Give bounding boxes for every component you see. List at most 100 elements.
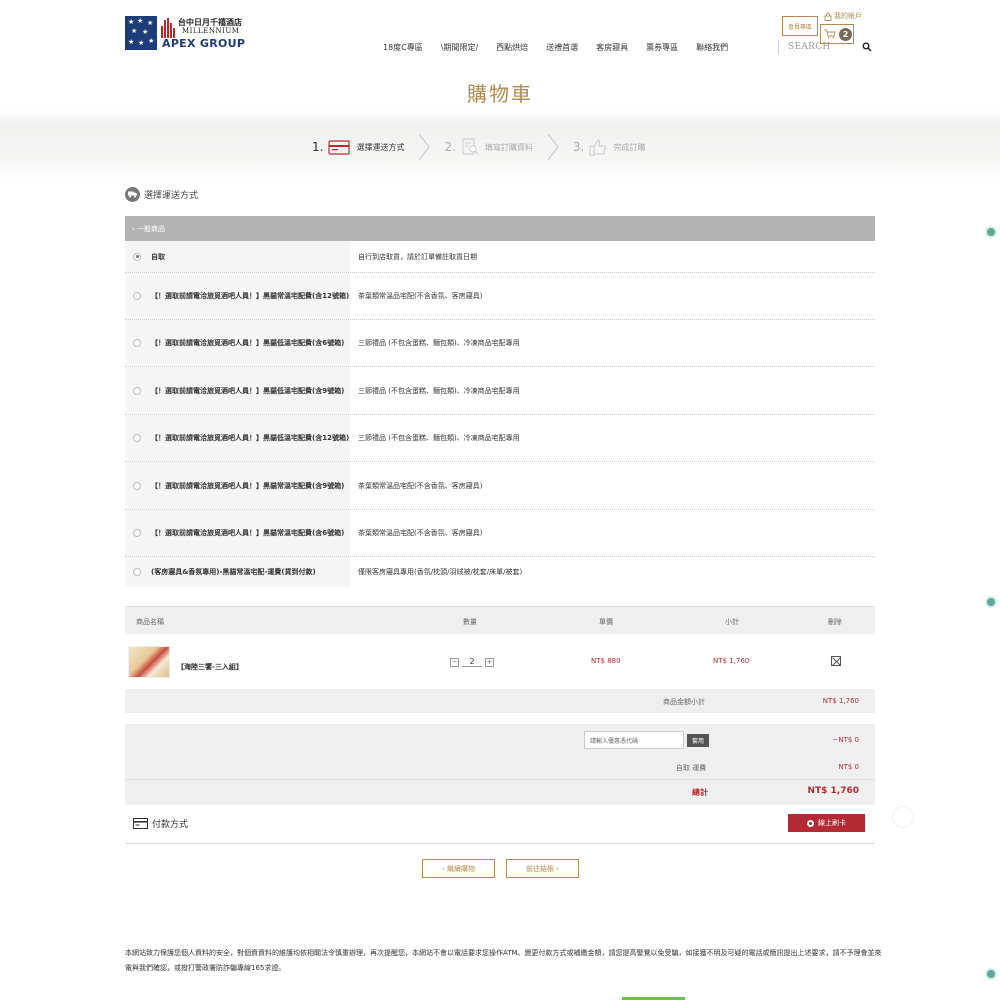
step-2-label: 填寫訂購資料 [484, 142, 533, 152]
nav-item-18c[interactable]: 18度C專區 [383, 42, 423, 54]
qty-input[interactable]: 2 [462, 657, 482, 667]
my-account-label: 我的帳戶 [834, 12, 862, 20]
delete-icon[interactable] [831, 656, 841, 666]
qty-increase-button[interactable]: + [485, 657, 494, 667]
shipping-option-desc: 僅限客房寢具專用(香氛/枕頭/羽絨被/枕套/床單/被套) [358, 568, 523, 576]
cart-button[interactable]: 2 [820, 24, 854, 44]
cart-count-badge: 2 [839, 27, 852, 41]
step-1-label: 選擇運送方式 [356, 142, 405, 152]
shipping-option-desc: 茶葉類常溫品宅配(不含香氛、客房寢具) [358, 481, 483, 490]
shipping-option-name: 【！選取前請電洽旅覓酒吧人員！】黑貓低溫宅配費(含9號箱) [151, 386, 345, 395]
shipping-option-name: 自取 [151, 252, 165, 261]
shipping-option-desc: 三節禮品 (不包含蛋糕、麵包類)、冷凍商品宅配專用 [358, 339, 520, 347]
lock-icon [824, 12, 832, 21]
my-account-link[interactable]: 我的帳戶 [824, 11, 862, 21]
online-card-payment-button[interactable]: 線上刷卡 [788, 814, 865, 832]
nav-item-limited[interactable]: \期間限定/ [441, 42, 478, 54]
nav-divider [778, 40, 779, 54]
nav-item-contact[interactable]: 聯絡我們 [696, 42, 728, 54]
radio-selected-icon [807, 819, 814, 827]
radio-button[interactable] [133, 568, 141, 576]
logo-apex-group: APEX GROUP [162, 37, 246, 50]
nav-item-bakery[interactable]: 西點烘焙 [496, 42, 528, 54]
main-nav: 18度C專區 \期間限定/ 西點烘焙 送禮首選 客房寢具 票券專區 聯絡我們 [383, 42, 746, 54]
chat-widget-icon[interactable] [985, 226, 997, 238]
shipping-option-name: 【！選取前請電洽旅覓酒吧人員！】黑貓低溫宅配費(含6號箱) [151, 339, 345, 347]
step-3-label: 完成訂購 [613, 142, 646, 152]
shipping-option-desc: 三節禮品 (不包含蛋糕、麵包類)、冷凍商品宅配專用 [358, 386, 520, 395]
search-icon[interactable] [862, 42, 872, 52]
shipping-option-desc: 茶葉類常溫品宅配(不含香氛、客房寢具) [358, 292, 483, 300]
nav-item-bedding[interactable]: 客房寢具 [596, 42, 628, 54]
product-subtotal-label: 商品金額小計 [663, 698, 705, 706]
shipping-option[interactable]: 【！選取前請電洽旅覓酒吧人員！】黑貓常溫宅配費(含9號箱) 茶葉類常溫品宅配(不… [125, 462, 875, 510]
credit-card-icon [133, 818, 148, 829]
shipping-options: 自取 自行到店取貨，請於訂單備註取貨日期 【！選取前請電洽旅覓酒吧人員！】黑貓常… [125, 241, 875, 587]
radio-button[interactable] [133, 252, 141, 261]
radio-button[interactable] [133, 529, 141, 537]
page-title: 購物車 [467, 82, 533, 106]
cart-icon [824, 29, 836, 39]
shipping-option[interactable]: 【！選取前請電洽旅覓酒吧人員！】黑貓常溫宅配費(含6號箱) 茶葉類常溫品宅配(不… [125, 510, 875, 557]
product-name[interactable]: 【海陸三饗-三入組】 [177, 662, 243, 672]
chat-widget-icon[interactable] [985, 968, 997, 980]
quantity-stepper: − 2 + [450, 657, 494, 667]
step-2-number: 2. [444, 140, 456, 154]
shipping-option[interactable]: 【！選取前請電洽旅覓酒吧人員！】黑貓低溫宅配費(含12號箱) 三節禮品 (不包含… [125, 415, 875, 462]
continue-shopping-button[interactable]: ‹ 繼續購物 [422, 859, 495, 878]
chat-widget-icon[interactable] [985, 596, 997, 608]
shipping-option-desc: 三節禮品 (不包含蛋糕、麵包類)、冷凍商品宅配專用 [358, 434, 520, 442]
shipping-option-desc: 自行到店取貨，請於訂單備註取貨日期 [358, 252, 477, 261]
step-3: 3. 完成訂購 [573, 138, 645, 156]
total-value: NT$ 1,760 [807, 786, 859, 796]
total-label: 總計 [692, 788, 708, 797]
shipping-option-name: 【！選取前請電洽旅覓酒吧人員！】黑貓低溫宅配費(含12號箱) [151, 434, 350, 442]
product-subtotal-value: NT$ 1,760 [822, 697, 859, 705]
coupon-discount: −NT$ 0 [832, 736, 859, 744]
shipping-option[interactable]: 【！選取前請電洽旅覓酒吧人員！】黑貓低溫宅配費(含9號箱) 三節禮品 (不包含蛋… [125, 367, 875, 415]
shipping-option[interactable]: 【！選取前請電洽旅覓酒吧人員！】黑貓低溫宅配費(含6號箱) 三節禮品 (不包含蛋… [125, 320, 875, 367]
radio-button[interactable] [133, 434, 141, 442]
shipping-option-name: 【！選取前請電洽旅覓酒吧人員！】黑貓常溫宅配費(含9號箱) [151, 481, 345, 490]
checkout-button[interactable]: 前往結帳 › [506, 859, 579, 878]
payment-method-label: 付款方式 [152, 820, 189, 830]
security-notice: 本網站致力保護您個人資料的安全，對個資資料的維護均依相關法令慎重辦理，再次提醒您… [125, 949, 882, 972]
qty-decrease-button[interactable]: − [450, 657, 459, 667]
form-search-icon [462, 138, 479, 155]
col-subtotal: 小計 [725, 618, 739, 626]
hotel-logo[interactable]: ★ ★ ★ ★ ★ ★ ★ ★ 台中日月千禧酒店 MILLENNIUM APEX… [125, 16, 245, 50]
radio-button[interactable] [133, 386, 141, 395]
step-1-number: 1. [312, 140, 324, 154]
radio-button[interactable] [133, 481, 141, 490]
step-2: 2. 填寫訂購資料 [444, 138, 533, 156]
radio-button[interactable] [133, 339, 141, 347]
cart-item-row: 【海陸三饗-三入組】 − 2 + NT$ 880 NT$ 1,760 [125, 634, 875, 689]
nav-item-gifts[interactable]: 送禮首選 [546, 42, 578, 54]
shipping-option-name: 【！選取前請電洽旅覓酒吧人員！】黑貓常溫宅配費(含6號箱) [151, 529, 345, 537]
payment-method-row: 付款方式 線上刷卡 [125, 808, 875, 844]
shipping-option[interactable]: (客房寢具&香氛專用)-黑貓常溫宅配-運費(貨到付款) 僅限客房寢具專用(香氛/… [125, 557, 875, 587]
shipping-option-name: (客房寢具&香氛專用)-黑貓常溫宅配-運費(貨到付款) [151, 568, 316, 576]
col-product-name: 商品名稱 [136, 618, 164, 626]
shipping-option[interactable]: 【！選取前請電洽旅覓酒吧人員！】黑貓常溫宅配費(含12號箱) 茶葉類常溫品宅配(… [125, 273, 875, 320]
coupon-input[interactable]: 請輸入優惠憑代碼 [584, 731, 684, 749]
general-items-group[interactable]: › 一般商品 [125, 216, 875, 241]
shipping-option[interactable]: 自取 自行到店取貨，請於訂單備註取貨日期 [125, 241, 875, 273]
apply-coupon-button[interactable]: 套用 [687, 734, 709, 747]
chevron-right-icon [418, 133, 431, 161]
nav-item-tickets[interactable]: 票券專區 [646, 42, 678, 54]
col-delete: 刪除 [828, 618, 842, 626]
credit-card-icon [328, 139, 351, 155]
unit-price: NT$ 880 [591, 657, 621, 665]
shipping-option-desc: 茶葉類常溫品宅配(不含香氛、客房寢具) [358, 529, 483, 537]
checkout-steps: 1. 選擇運送方式 2. 填寫訂購資料 3. 完成訂購 [312, 130, 645, 164]
shipping-section-label: 選擇運送方式 [144, 191, 199, 201]
product-image[interactable] [128, 646, 170, 678]
radio-button[interactable] [133, 292, 141, 300]
shipping-section-title: 選擇運送方式 [125, 187, 198, 202]
order-summary: 請輸入優惠憑代碼 套用 −NT$ 0 自取 運費 NT$ 0 總計 NT$ 1,… [125, 724, 875, 805]
step-3-number: 3. [572, 140, 585, 154]
member-area-button[interactable]: 會員專區 [782, 16, 818, 36]
scroll-top-button[interactable] [892, 806, 914, 828]
online-card-label: 線上刷卡 [818, 819, 846, 827]
